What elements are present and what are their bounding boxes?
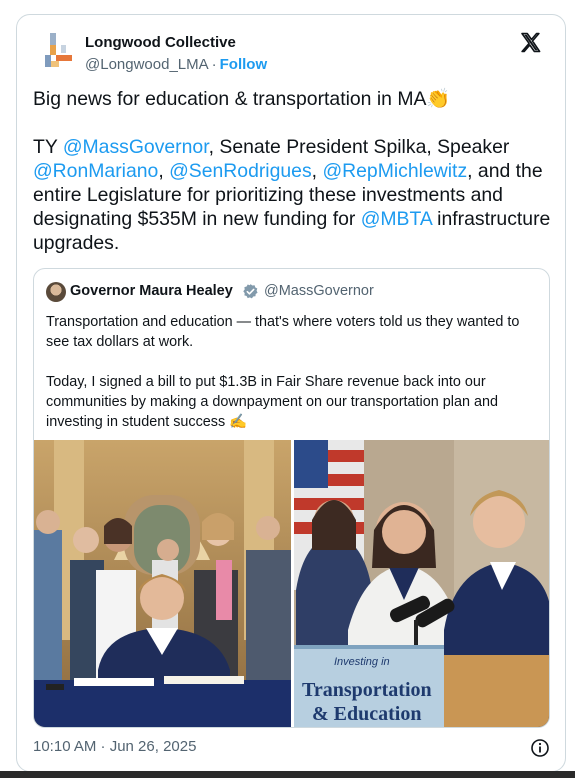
follow-button[interactable]: Follow <box>220 56 268 73</box>
tweet-timestamp[interactable]: 10:10 AM · Jun 26, 2025 <box>33 738 196 755</box>
photo-podium[interactable]: Investing in Transportation & Education <box>294 440 550 728</box>
quoted-paragraph-2: Today, I signed a bill to put $1.3B in F… <box>46 374 498 430</box>
info-icon[interactable] <box>530 738 550 758</box>
quoted-paragraph-1: Transportation and education — that's wh… <box>46 314 520 350</box>
tweet-body-text: , <box>311 160 323 182</box>
podium-sign-line-1: Transportation <box>302 679 432 701</box>
mention-senrodrigues[interactable]: @SenRodrigues <box>169 160 312 182</box>
mention-massgovernor[interactable]: @MassGovernor <box>63 136 209 158</box>
tweet-headline-text: Big news for education & transportation … <box>33 88 427 110</box>
author-handle[interactable]: @Longwood_LMA <box>85 56 209 73</box>
podium-sign-line-2: & Education <box>312 703 421 725</box>
tweet-text: Big news for education & transportation … <box>33 87 553 279</box>
tweet-body-text: , <box>158 160 170 182</box>
tweet-card: Longwood Collective @Longwood_LMA · Follow… <box>16 14 566 772</box>
quoted-author-name[interactable]: Governor Maura Healey <box>70 283 233 299</box>
tweet-body-text: TY <box>33 136 63 158</box>
quoted-tweet[interactable]: Governor Maura Healey @MassGovernor Tran… <box>33 268 550 728</box>
tweet-body: TY @MassGovernor, Senate President Spilk… <box>33 135 553 255</box>
podium-sign-small-text: Investing in <box>334 656 390 668</box>
tweet-header: Longwood Collective @Longwood_LMA · Follow <box>41 31 551 75</box>
media-grid: Investing in Transportation & Education <box>34 440 550 728</box>
mention-repmichlewitz[interactable]: @RepMichlewitz <box>322 160 467 182</box>
bottom-edge-bar <box>0 771 575 778</box>
verified-badge-icon <box>243 284 258 299</box>
x-logo-icon[interactable] <box>519 31 543 55</box>
mention-mbta[interactable]: @MBTA <box>361 208 432 230</box>
quoted-tweet-text: Transportation and education — that's wh… <box>46 312 541 452</box>
avatar[interactable] <box>46 282 66 302</box>
author-handle-row: @Longwood_LMA · Follow <box>85 56 267 73</box>
quoted-author-handle[interactable]: @MassGovernor <box>264 283 374 299</box>
clap-emoji-icon: 👏 <box>426 88 451 110</box>
longwood-logo-icon[interactable] <box>41 31 77 75</box>
mention-ronmariano[interactable]: @RonMariano <box>33 160 158 182</box>
tweet-headline: Big news for education & transportation … <box>33 87 553 111</box>
tweet-body-text: , Senate President Spilka, Speaker <box>208 136 510 158</box>
author-name[interactable]: Longwood Collective <box>85 34 236 51</box>
separator-dot: · <box>211 56 217 73</box>
photo-bill-signing[interactable] <box>34 440 291 728</box>
